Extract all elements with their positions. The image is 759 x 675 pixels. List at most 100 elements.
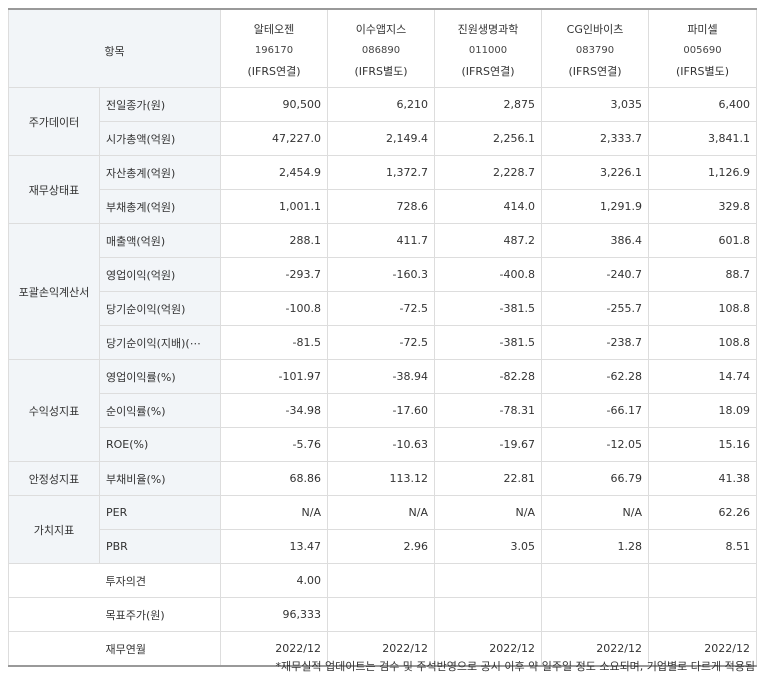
value-cell: N/A <box>434 495 542 530</box>
value-cell: -72.5 <box>327 291 435 326</box>
blank-cell <box>8 563 100 598</box>
value-cell: 8.51 <box>648 529 757 564</box>
value-cell: 62.26 <box>648 495 757 530</box>
value-cell: -81.5 <box>220 325 328 360</box>
value-cell: -62.28 <box>541 359 649 394</box>
value-cell: 113.12 <box>327 461 435 496</box>
value-cell: 66.79 <box>541 461 649 496</box>
value-cell: 15.16 <box>648 427 757 462</box>
value-cell: 2.96 <box>327 529 435 564</box>
value-cell: -101.97 <box>220 359 328 394</box>
value-cell: 6,400 <box>648 87 757 122</box>
group-label: 포괄손익계산서 <box>8 223 100 360</box>
company-header: 이수앱지스 086890 (IFRS별도) <box>327 8 435 88</box>
value-cell: -17.60 <box>327 393 435 428</box>
value-cell: 3,226.1 <box>541 155 649 190</box>
row-label: 영업이익(억원) <box>99 257 221 292</box>
row-label: 시가총액(억원) <box>99 121 221 156</box>
value-cell: -255.7 <box>541 291 649 326</box>
group-label: 가치지표 <box>8 495 100 564</box>
group-label: 안정성지표 <box>8 461 100 496</box>
row-label: 영업이익률(%) <box>99 359 221 394</box>
value-cell: 2,333.7 <box>541 121 649 156</box>
company-name: CG인바이츠 <box>566 23 624 36</box>
row-label: 부채비율(%) <box>99 461 221 496</box>
company-header: 알테오젠 196170 (IFRS연결) <box>220 8 328 88</box>
value-cell: 88.7 <box>648 257 757 292</box>
company-header: 진원생명과학 011000 (IFRS연결) <box>434 8 542 88</box>
value-cell: 6,210 <box>327 87 435 122</box>
company-name: 파미셀 <box>687 23 718 36</box>
company-basis: (IFRS별도) <box>354 65 408 78</box>
value-cell: 68.86 <box>220 461 328 496</box>
value-cell <box>327 563 435 598</box>
value-cell: 2,454.9 <box>220 155 328 190</box>
company-header: 파미셀 005690 (IFRS별도) <box>648 8 757 88</box>
value-cell: 386.4 <box>541 223 649 258</box>
value-cell: 1,001.1 <box>220 189 328 224</box>
value-cell <box>648 597 757 632</box>
category-header: 항목 <box>8 8 221 88</box>
row-label: 매출액(억원) <box>99 223 221 258</box>
row-label: 목표주가(원) <box>99 597 221 632</box>
value-cell: 2,149.4 <box>327 121 435 156</box>
table-row: 부채총계(억원) 1,001.1 728.6 414.0 1,291.9 329.8 <box>9 189 757 224</box>
value-cell: 13.47 <box>220 529 328 564</box>
value-cell: -10.63 <box>327 427 435 462</box>
company-code: 086890 <box>361 45 401 56</box>
table-row: PBR 13.47 2.96 3.05 1.28 8.51 <box>9 529 757 564</box>
value-cell: 3,841.1 <box>648 121 757 156</box>
value-cell: -38.94 <box>327 359 435 394</box>
value-cell <box>434 597 542 632</box>
value-cell <box>541 563 649 598</box>
value-cell: -100.8 <box>220 291 328 326</box>
value-cell: -160.3 <box>327 257 435 292</box>
value-cell: 601.8 <box>648 223 757 258</box>
value-cell: -5.76 <box>220 427 328 462</box>
table-row: 순이익률(%) -34.98 -17.60 -78.31 -66.17 18.09 <box>9 393 757 428</box>
value-cell: -66.17 <box>541 393 649 428</box>
row-label: 재무연월 <box>99 631 221 667</box>
value-cell: -381.5 <box>434 291 542 326</box>
table-row: 주가데이터 전일종가(원) 90,500 6,210 2,875 3,035 6,400 <box>8 87 757 156</box>
header-row: 항목 알테오젠 196170 (IFRS연결) 이수앱지스 086890 (IF… <box>8 8 757 88</box>
value-cell: -34.98 <box>220 393 328 428</box>
blank-cell <box>8 597 100 632</box>
row-label: 자산총계(억원) <box>99 155 221 190</box>
row-label: PER <box>99 495 221 530</box>
company-code: 005690 <box>683 45 722 56</box>
financial-comparison-table: 항목 알테오젠 196170 (IFRS연결) 이수앱지스 086890 (IF… <box>8 8 757 667</box>
value-cell: 2,256.1 <box>434 121 542 156</box>
company-basis: (IFRS연결) <box>461 65 515 78</box>
value-cell: 329.8 <box>648 189 757 224</box>
table-row: 가치지표 PER N/A N/A N/A N/A 62.26 <box>8 495 757 564</box>
table-row: 재무상태표 자산총계(억원) 2,454.9 1,372.7 2,228.7 3,226.… <box>8 155 757 224</box>
value-cell: 1,126.9 <box>648 155 757 190</box>
value-cell: 14.74 <box>648 359 757 394</box>
row-label: 투자의견 <box>99 563 221 598</box>
row-label: ROE(%) <box>99 427 221 462</box>
table-row: 시가총액(억원) 47,227.0 2,149.4 2,256.1 2,333.7 3,8… <box>9 121 757 156</box>
company-code: 083790 <box>575 45 615 56</box>
blank-cell <box>8 631 100 667</box>
value-cell: 414.0 <box>434 189 542 224</box>
company-basis: (IFRS연결) <box>568 65 622 78</box>
value-cell: 1,291.9 <box>541 189 649 224</box>
value-cell: N/A <box>327 495 435 530</box>
company-basis: (IFRS별도) <box>675 65 730 78</box>
company-name: 진원생명과학 <box>457 23 519 36</box>
group-label: 주가데이터 <box>8 87 100 156</box>
table-row: 당기순이익(지배)(⋯ -81.5 -72.5 -381.5 -238.7 108.8 <box>9 325 757 360</box>
company-code: 011000 <box>468 45 508 56</box>
value-cell: -78.31 <box>434 393 542 428</box>
value-cell: 22.81 <box>434 461 542 496</box>
value-cell: 3.05 <box>434 529 542 564</box>
company-basis: (IFRS연결) <box>247 65 301 78</box>
value-cell <box>541 597 649 632</box>
value-cell <box>648 563 757 598</box>
value-cell: -240.7 <box>541 257 649 292</box>
value-cell: -19.67 <box>434 427 542 462</box>
value-cell: 487.2 <box>434 223 542 258</box>
row-label: 전일종가(원) <box>99 87 221 122</box>
value-cell: 288.1 <box>220 223 328 258</box>
